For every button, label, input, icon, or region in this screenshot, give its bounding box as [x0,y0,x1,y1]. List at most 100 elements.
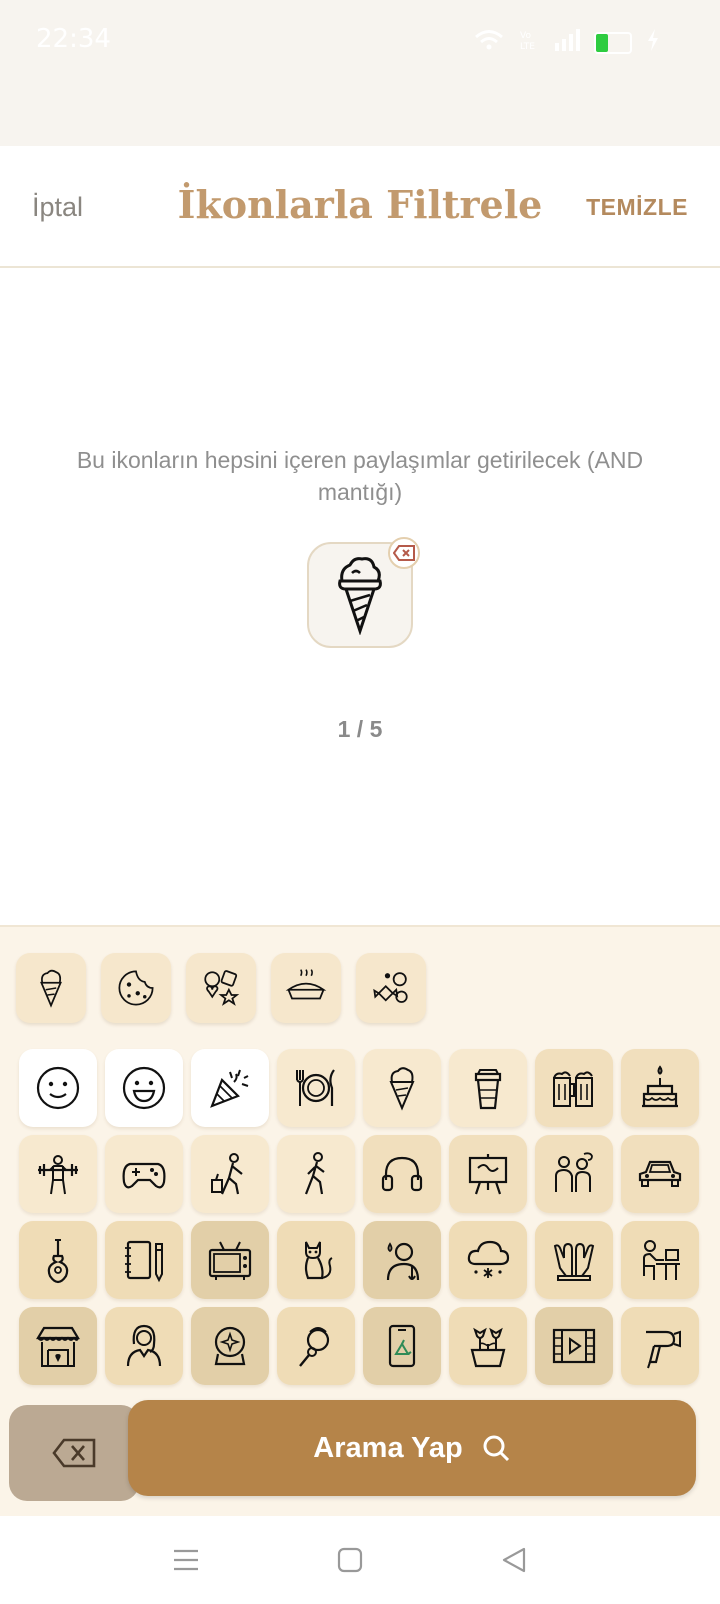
icon-walking-person[interactable] [277,1135,355,1213]
weightlifter-icon [38,1155,78,1195]
sweets-icon [204,970,240,1006]
recent-pie[interactable] [271,953,341,1023]
signal-icon [554,29,580,57]
coffee-cup-icon [474,1069,502,1110]
search-icon [483,1435,509,1462]
backspace-icon [52,1438,96,1468]
ice-cream-icon [389,1067,415,1111]
woman-icon [126,1324,162,1367]
icon-couple-talking[interactable] [535,1135,613,1213]
guitar-icon [47,1239,69,1284]
party-popper-icon [210,1069,249,1108]
recent-ice-cream[interactable] [16,953,86,1023]
sick-person-icon [386,1242,420,1281]
icon-beer-mugs[interactable] [535,1049,613,1127]
header-bar: İptal İkonlarla Filtrele TEMİZLE [0,146,720,268]
icon-ice-cream[interactable] [363,1049,441,1127]
svg-text:LTE: LTE [520,42,535,52]
birthday-cake-icon [642,1065,678,1108]
icon-sick-person[interactable] [363,1221,441,1299]
headphones-icon [381,1156,423,1192]
wifi-icon [474,29,504,57]
status-icons: Vo LTE [474,28,660,58]
person-singing-icon [299,1327,330,1367]
television-icon [208,1241,252,1280]
search-button[interactable]: Arama Yap [128,1400,696,1496]
icon-hair-dryer[interactable] [621,1307,699,1385]
icon-easel-painting[interactable] [449,1135,527,1213]
home-square-icon [337,1547,363,1573]
icon-plate-cutlery[interactable] [277,1049,355,1127]
icon-party-popper[interactable] [191,1049,269,1127]
notebook-pencil-icon [125,1240,163,1283]
menu-icon [174,1549,198,1571]
slightly-smiling-face-icon [36,1066,80,1110]
icon-slightly-smiling-face[interactable] [19,1049,97,1127]
icon-traveler-luggage[interactable] [191,1135,269,1213]
ice-cream-icon [40,969,62,1008]
remove-selected-button[interactable] [388,537,420,569]
grinning-face-icon [122,1066,166,1110]
icon-coffee-cup[interactable] [449,1049,527,1127]
search-button-label: Arama Yap [313,1431,463,1464]
snow-cloud-icon [467,1240,510,1278]
icon-guitar[interactable] [19,1221,97,1299]
back-triangle-icon [502,1547,526,1573]
icon-snow-cloud[interactable] [449,1221,527,1299]
traveler-luggage-icon [211,1153,243,1195]
easel-painting-icon [468,1154,508,1195]
ice-cream-icon [338,557,382,635]
icon-film-strip[interactable] [535,1307,613,1385]
icon-person-singing[interactable] [277,1307,355,1385]
charging-icon [646,29,660,57]
status-time: 22:34 [36,24,111,54]
clear-button[interactable]: TEMİZLE [586,194,688,221]
recent-candies[interactable] [356,953,426,1023]
market-stall-icon [36,1326,80,1367]
cookie-icon [118,970,154,1006]
game-controller-icon [122,1162,166,1189]
filter-description: Bu ikonların hepsini içeren paylaşımlar … [76,447,644,505]
icon-cat[interactable] [277,1221,355,1299]
menu-nav-button[interactable] [166,1540,206,1580]
icon-notebook-pencil[interactable] [105,1221,183,1299]
cat-icon [304,1241,333,1280]
icon-weightlifter[interactable] [19,1135,97,1213]
icon-headphones[interactable] [363,1135,441,1213]
icon-game-controller[interactable] [105,1135,183,1213]
hair-dryer-icon [646,1330,681,1369]
icon-snow-globe[interactable] [191,1307,269,1385]
car-icon [638,1160,682,1187]
icon-woman[interactable] [105,1307,183,1385]
recent-cookie[interactable] [101,953,171,1023]
couple-talking-icon [555,1152,593,1192]
walking-person-icon [304,1152,325,1195]
icon-car[interactable] [621,1135,699,1213]
backspace-button[interactable] [9,1405,139,1501]
icon-mobile-recycle[interactable] [363,1307,441,1385]
plate-cutlery-icon [296,1069,335,1106]
mobile-recycle-icon [388,1324,416,1368]
film-strip-icon [552,1328,596,1364]
system-nav-bar [0,1516,720,1604]
beer-mugs-icon [553,1071,593,1107]
person-at-desk-icon [643,1240,680,1280]
home-nav-button[interactable] [330,1540,370,1580]
icon-grinning-face[interactable] [105,1049,183,1127]
volte-icon: Vo LTE [518,28,540,58]
icon-person-at-desk[interactable] [621,1221,699,1299]
icon-praying-hands[interactable] [535,1221,613,1299]
back-nav-button[interactable] [494,1540,534,1580]
icon-potted-tulips[interactable] [449,1307,527,1385]
icon-birthday-cake[interactable] [621,1049,699,1127]
snow-globe-icon [214,1326,246,1366]
backspace-icon [393,545,415,561]
icon-grid [19,1049,703,1385]
selection-counter: 1 / 5 [337,716,383,742]
recent-sweets[interactable] [186,953,256,1023]
icon-television[interactable] [191,1221,269,1299]
icon-market-stall[interactable] [19,1307,97,1385]
pie-icon [285,969,327,1000]
potted-tulips-icon [470,1327,506,1368]
praying-hands-icon [553,1242,595,1281]
